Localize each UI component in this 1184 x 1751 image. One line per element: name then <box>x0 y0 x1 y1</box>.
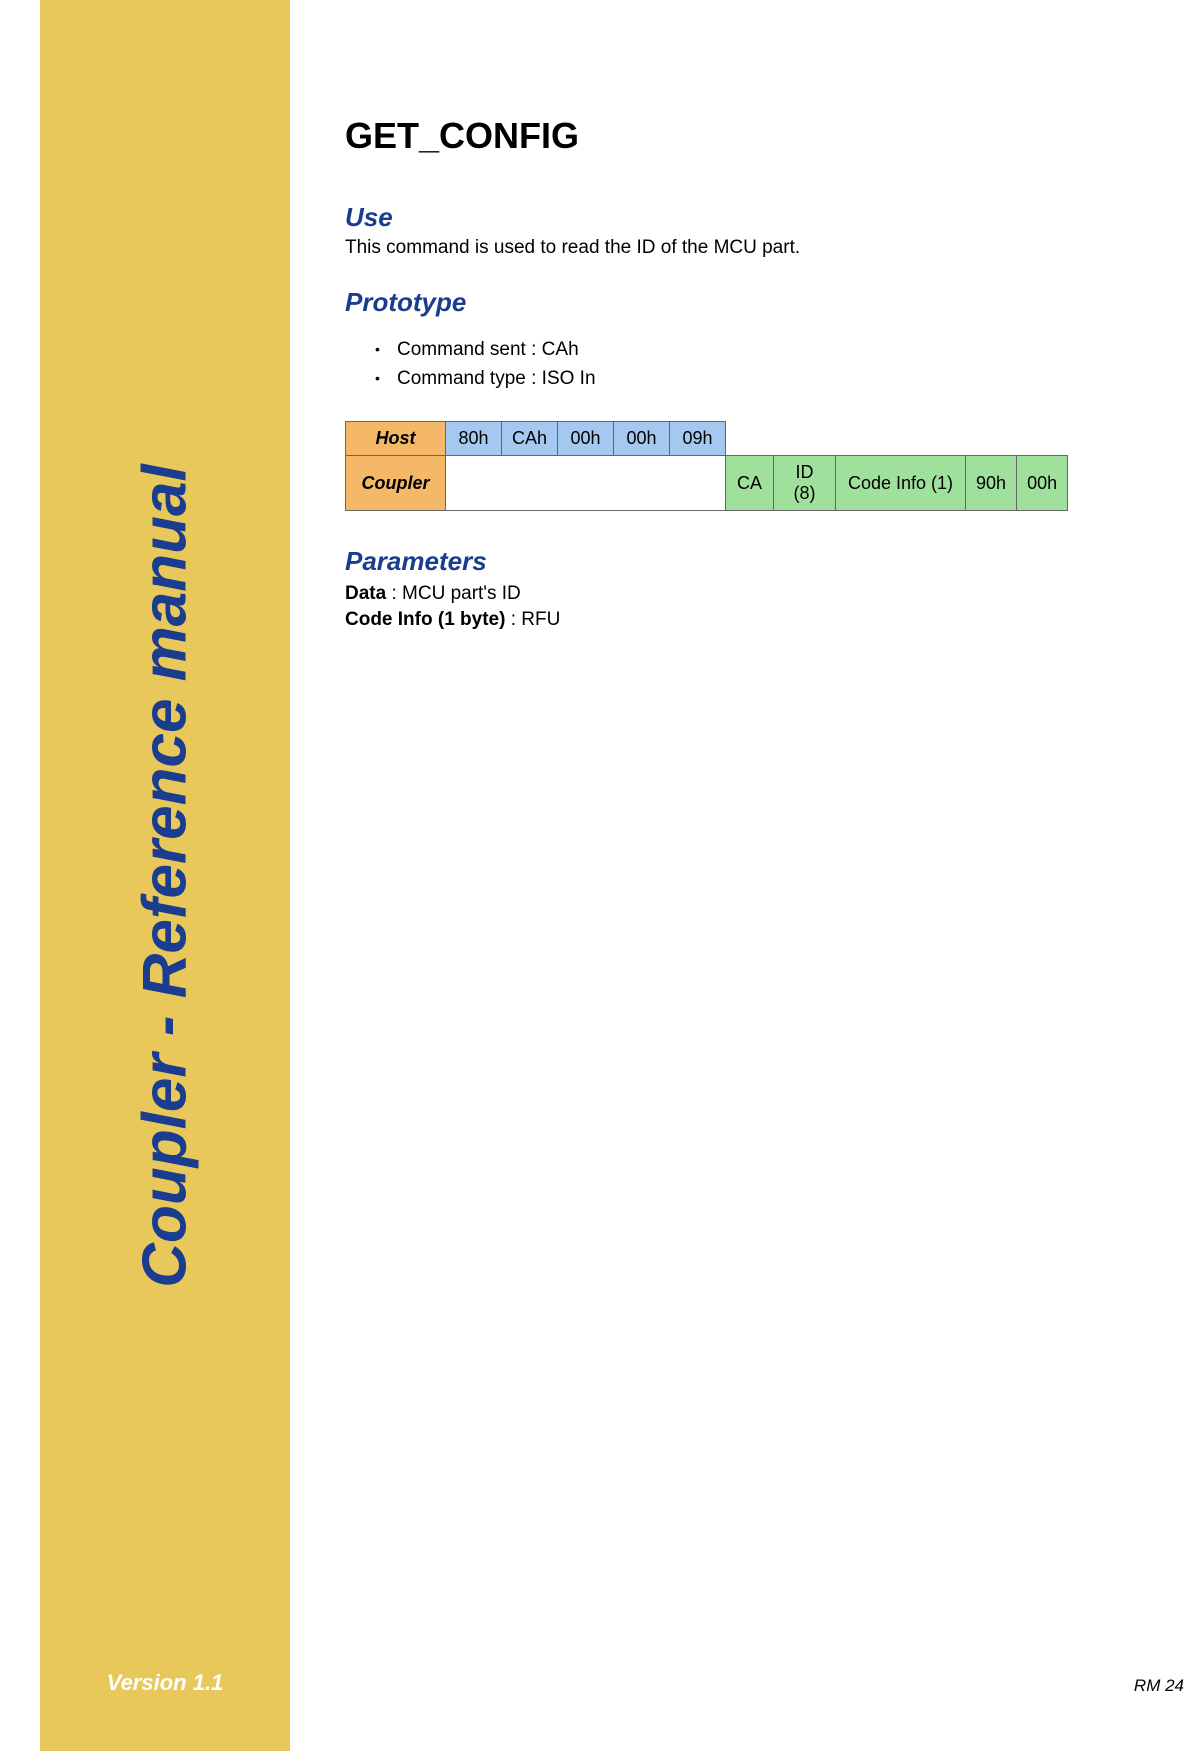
host-byte-cell: 00h <box>614 422 670 456</box>
prototype-heading: Prototype <box>345 287 1174 318</box>
use-text: This command is used to read the ID of t… <box>345 237 1174 259</box>
param-label: Code Info (1 byte) <box>345 609 505 630</box>
table-row: Coupler CA ID (8) Code Info (1) 90h 00h <box>346 456 1068 511</box>
use-heading: Use <box>345 202 1174 233</box>
empty-cell <box>446 456 726 511</box>
host-byte-cell: CAh <box>502 422 558 456</box>
empty-cell <box>726 422 1068 456</box>
list-item: Command sent : CAh <box>375 336 1174 365</box>
host-byte-cell: 09h <box>670 422 726 456</box>
document-title: Coupler - Reference manual <box>130 464 201 1287</box>
list-item: Command type : ISO In <box>375 365 1174 394</box>
main-content: GET_CONFIG Use This command is used to r… <box>345 115 1174 632</box>
param-value: : MCU part's ID <box>386 583 521 604</box>
host-byte-cell: 00h <box>558 422 614 456</box>
coupler-byte-cell: 90h <box>966 456 1017 511</box>
coupler-label-cell: Coupler <box>346 456 446 511</box>
page-title: GET_CONFIG <box>345 115 1174 157</box>
param-label: Data <box>345 583 386 604</box>
parameter-line: Data : MCU part's ID <box>345 581 1174 607</box>
table-row: Host 80h CAh 00h 00h 09h <box>346 422 1068 456</box>
protocol-table: Host 80h CAh 00h 00h 09h Coupler CA ID (… <box>345 421 1068 511</box>
version-label: Version 1.1 <box>107 1670 224 1696</box>
coupler-byte-cell: 00h <box>1017 456 1068 511</box>
sidebar: Coupler - Reference manual Version 1.1 <box>40 0 290 1751</box>
host-label-cell: Host <box>346 422 446 456</box>
host-byte-cell: 80h <box>446 422 502 456</box>
param-value: : RFU <box>505 609 560 630</box>
parameters-heading: Parameters <box>345 546 1174 577</box>
parameter-line: Code Info (1 byte) : RFU <box>345 607 1174 633</box>
footer-page-ref: RM 24 <box>1134 1676 1184 1696</box>
coupler-byte-cell: Code Info (1) <box>836 456 966 511</box>
coupler-byte-cell: ID (8) <box>774 456 836 511</box>
prototype-bullets: Command sent : CAh Command type : ISO In <box>375 336 1174 393</box>
coupler-byte-cell: CA <box>726 456 774 511</box>
